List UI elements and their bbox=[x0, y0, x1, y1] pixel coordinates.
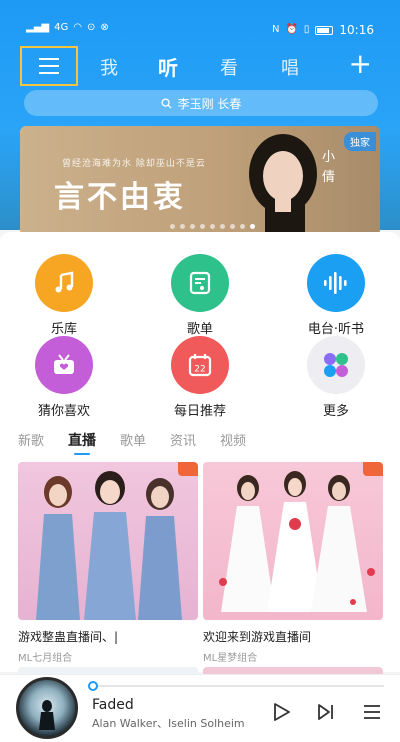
calendar-icon: 22 bbox=[171, 336, 229, 394]
carousel-dot[interactable] bbox=[170, 224, 175, 229]
battery-icon bbox=[315, 25, 334, 35]
grid-label: 乐库 bbox=[50, 322, 77, 337]
carousel-dot[interactable] bbox=[250, 224, 255, 229]
grid-label: 猜你喜欢 bbox=[37, 404, 90, 419]
singers-illustration bbox=[36, 471, 182, 620]
live-card-title: 游戏整蛊直播间、| bbox=[18, 630, 119, 644]
menu-button[interactable] bbox=[20, 46, 78, 86]
grid-item-daily-recommend[interactable]: 22 每日推荐 bbox=[150, 336, 250, 419]
banner-artist-name: 小倩 bbox=[322, 150, 336, 185]
tab-listen[interactable]: 听 bbox=[158, 52, 178, 81]
song-title: Faded bbox=[92, 697, 134, 713]
music-note-icon bbox=[35, 254, 93, 312]
carousel-dot[interactable] bbox=[210, 224, 215, 229]
banner-artist-photo bbox=[249, 134, 317, 236]
carousel-dot[interactable] bbox=[200, 224, 205, 229]
hamburger-icon bbox=[39, 58, 59, 74]
status-bar: ▂▄▆ 4G ◠ ⊙ ⊗ N ⏰ ▯ 10:16 bbox=[0, 0, 400, 38]
album-art[interactable] bbox=[16, 677, 78, 739]
notification-icon: ⊙ bbox=[86, 22, 96, 33]
live-card-title: 欢迎来到游戏直播间 bbox=[203, 630, 312, 644]
tab-new-songs[interactable]: 新歌 bbox=[18, 430, 44, 450]
carousel-dot[interactable] bbox=[190, 224, 195, 229]
mini-player[interactable]: Faded Alan Walker、Iselin Solheim bbox=[0, 674, 400, 742]
top-nav: 我 听 看 唱 + bbox=[0, 46, 400, 86]
carousel-dot[interactable] bbox=[220, 224, 225, 229]
playlist-queue-button[interactable] bbox=[362, 701, 382, 723]
tab-me[interactable]: 我 bbox=[100, 54, 118, 80]
search-icon bbox=[161, 97, 172, 109]
grid-label: 歌单 bbox=[186, 322, 213, 337]
tab-playlists[interactable]: 歌单 bbox=[120, 430, 146, 450]
tab-watch[interactable]: 看 bbox=[220, 54, 238, 80]
tab-sing[interactable]: 唱 bbox=[281, 54, 299, 80]
song-artist: Alan Walker、Iselin Solheim bbox=[92, 717, 245, 730]
grid-item-radio[interactable]: 电台·听书 bbox=[286, 254, 386, 337]
app-notification-icon: ⊗ bbox=[100, 22, 109, 33]
playback-progress[interactable] bbox=[88, 681, 384, 691]
tab-live[interactable]: 直播 bbox=[68, 430, 96, 455]
status-left: ▂▄▆ 4G ◠ ⊙ ⊗ bbox=[26, 23, 109, 33]
play-button[interactable] bbox=[270, 701, 292, 723]
content-sheet: 乐库 歌单 电台·听书 猜你喜欢 22 每日推荐 更多 新歌 直播 歌单 资讯 … bbox=[0, 232, 400, 675]
banner-tagline: 曾经沧海难为水 除却巫山不是云 bbox=[62, 159, 206, 169]
tab-videos[interactable]: 视频 bbox=[220, 430, 246, 450]
live-card[interactable]: 欢迎来到游戏直播间 ML星梦组合 bbox=[203, 462, 383, 664]
grid-label: 每日推荐 bbox=[173, 404, 226, 419]
signal-icon: ▂▄▆ bbox=[26, 22, 50, 33]
carousel-dot[interactable] bbox=[240, 224, 245, 229]
grid-label: 更多 bbox=[322, 404, 349, 419]
sound-wave-icon bbox=[307, 254, 365, 312]
more-apps-icon bbox=[307, 336, 365, 394]
carousel-indicator bbox=[170, 224, 255, 229]
status-right: N ⏰ ▯ 10:16 bbox=[272, 23, 374, 37]
search-bar[interactable]: 李玉刚 长春 bbox=[24, 90, 378, 116]
grid-item-playlist[interactable]: 歌单 bbox=[150, 254, 250, 337]
grid-label: 电台·听书 bbox=[307, 322, 365, 337]
vibrate-icon: ▯ bbox=[303, 24, 310, 35]
exclusive-badge: 独家 bbox=[344, 132, 376, 151]
live-badge-icon bbox=[178, 462, 198, 476]
live-card-image bbox=[203, 462, 383, 620]
live-card[interactable]: 游戏整蛊直播间、| ML七月组合 bbox=[18, 462, 198, 664]
nfc-icon: N bbox=[271, 24, 280, 35]
calendar-day: 22 bbox=[194, 365, 205, 375]
add-button[interactable]: + bbox=[349, 50, 372, 78]
progress-knob[interactable] bbox=[88, 681, 98, 691]
banner-title: 言不由衷 bbox=[54, 180, 186, 215]
promo-banner[interactable]: 曾经沧海难为水 除却巫山不是云 言不由衷 小倩 独家 bbox=[20, 126, 380, 236]
live-card-host: ML七月组合 bbox=[18, 653, 73, 664]
playlist-icon bbox=[171, 254, 229, 312]
next-track-button[interactable] bbox=[316, 701, 336, 723]
alarm-icon: ⏰ bbox=[285, 24, 298, 35]
app-screen: ▂▄▆ 4G ◠ ⊙ ⊗ N ⏰ ▯ 10:16 我 听 看 唱 + 李玉刚 长… bbox=[0, 0, 400, 742]
grid-item-library[interactable]: 乐库 bbox=[14, 254, 114, 337]
live-card-host: ML星梦组合 bbox=[203, 653, 258, 664]
clock: 10:16 bbox=[339, 23, 374, 37]
grid-item-more[interactable]: 更多 bbox=[286, 336, 386, 419]
album-figure bbox=[39, 700, 55, 730]
live-card-image bbox=[18, 462, 198, 620]
network-type-label: 4G bbox=[54, 22, 69, 33]
carousel-dot[interactable] bbox=[230, 224, 235, 229]
grid-item-guess-you-like[interactable]: 猜你喜欢 bbox=[14, 336, 114, 419]
singers-illustration bbox=[219, 471, 375, 612]
wifi-icon: ◠ bbox=[73, 22, 82, 33]
tab-news[interactable]: 资讯 bbox=[170, 430, 196, 450]
search-placeholder: 李玉刚 长春 bbox=[177, 96, 242, 111]
carousel-dot[interactable] bbox=[180, 224, 185, 229]
radio-icon bbox=[35, 336, 93, 394]
content-tabs: 新歌 直播 歌单 资讯 视频 bbox=[18, 430, 270, 455]
live-badge-icon bbox=[363, 462, 383, 476]
